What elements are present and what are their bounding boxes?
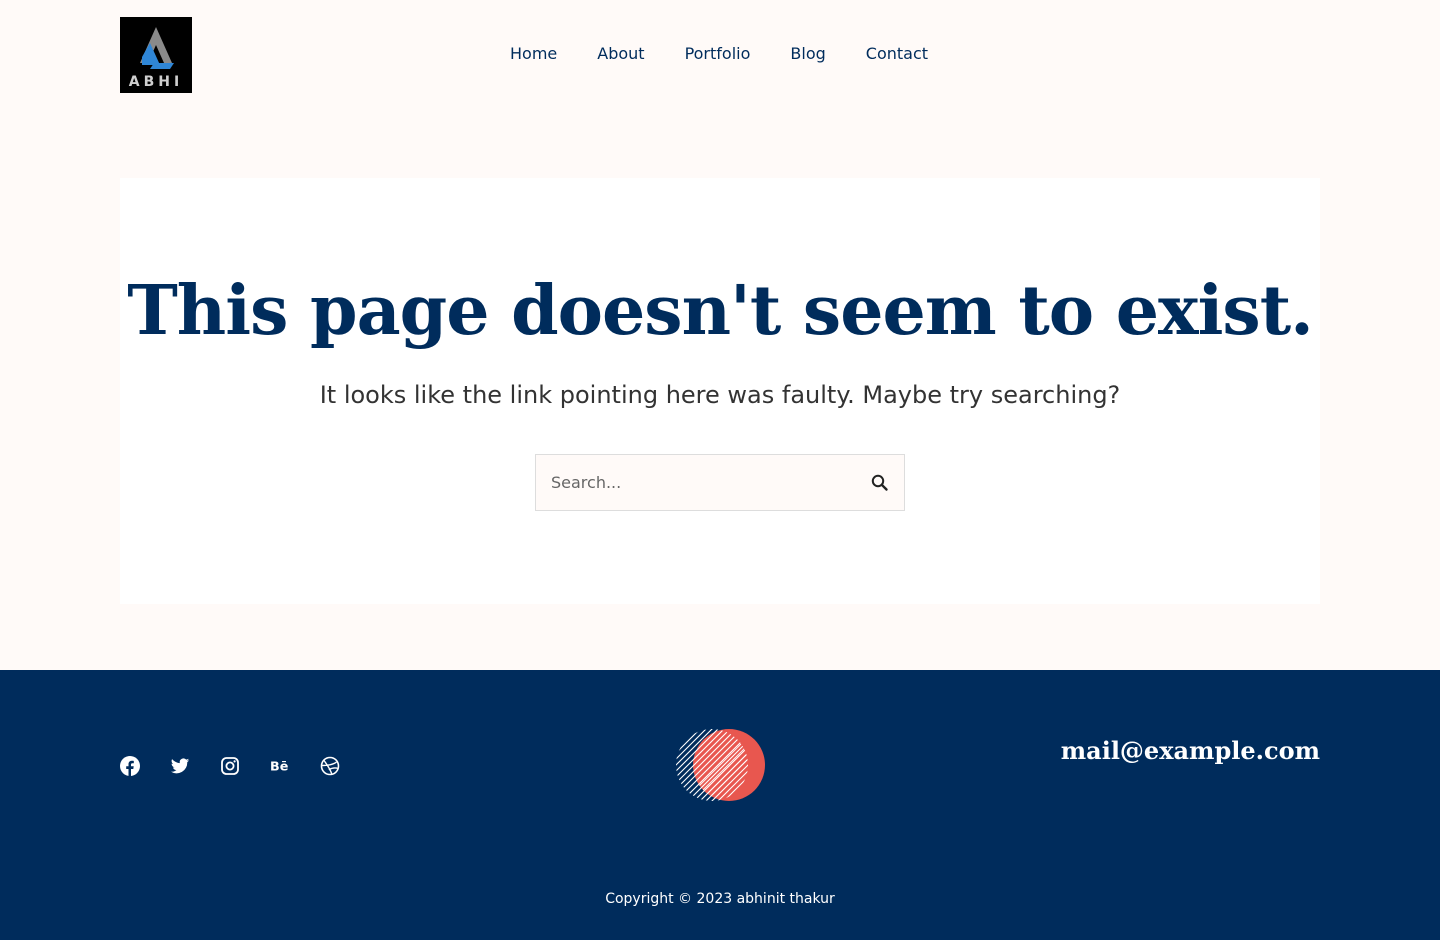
search-input[interactable] bbox=[536, 455, 846, 510]
search-form bbox=[535, 454, 905, 511]
page-title: This page doesn't seem to exist. bbox=[127, 271, 1314, 351]
search-icon bbox=[871, 474, 888, 491]
main-nav: Home About Portfolio Blog Contact bbox=[510, 42, 928, 66]
twitter-icon[interactable] bbox=[170, 756, 190, 776]
site-footer: Bē mail@example.com Copyright © 2023 abh… bbox=[0, 670, 1440, 940]
site-logo[interactable]: ABHI bbox=[120, 17, 192, 93]
nav-portfolio[interactable]: Portfolio bbox=[685, 42, 751, 66]
site-header: ABHI Home About Portfolio Blog Contact bbox=[0, 0, 1440, 110]
page-subtitle: It looks like the link pointing here was… bbox=[319, 381, 1121, 409]
nav-contact[interactable]: Contact bbox=[866, 42, 928, 66]
error-card: This page doesn't seem to exist. It look… bbox=[120, 178, 1320, 604]
instagram-icon[interactable] bbox=[220, 756, 240, 776]
footer-logo-mark bbox=[676, 729, 765, 801]
behance-icon[interactable]: Bē bbox=[270, 756, 290, 776]
nav-home[interactable]: Home bbox=[510, 42, 557, 66]
search-button[interactable] bbox=[870, 473, 890, 493]
facebook-icon[interactable] bbox=[120, 756, 140, 776]
dribbble-icon[interactable] bbox=[320, 756, 340, 776]
social-links: Bē bbox=[120, 756, 340, 776]
copyright-text: Copyright © 2023 abhinit thakur bbox=[605, 891, 835, 907]
footer-email[interactable]: mail@example.com bbox=[1061, 736, 1320, 765]
svg-text:Bē: Bē bbox=[270, 759, 289, 774]
nav-about[interactable]: About bbox=[597, 42, 644, 66]
logo-text: ABHI bbox=[129, 74, 183, 90]
nav-blog[interactable]: Blog bbox=[790, 42, 825, 66]
logo-mark: ABHI bbox=[129, 27, 183, 90]
